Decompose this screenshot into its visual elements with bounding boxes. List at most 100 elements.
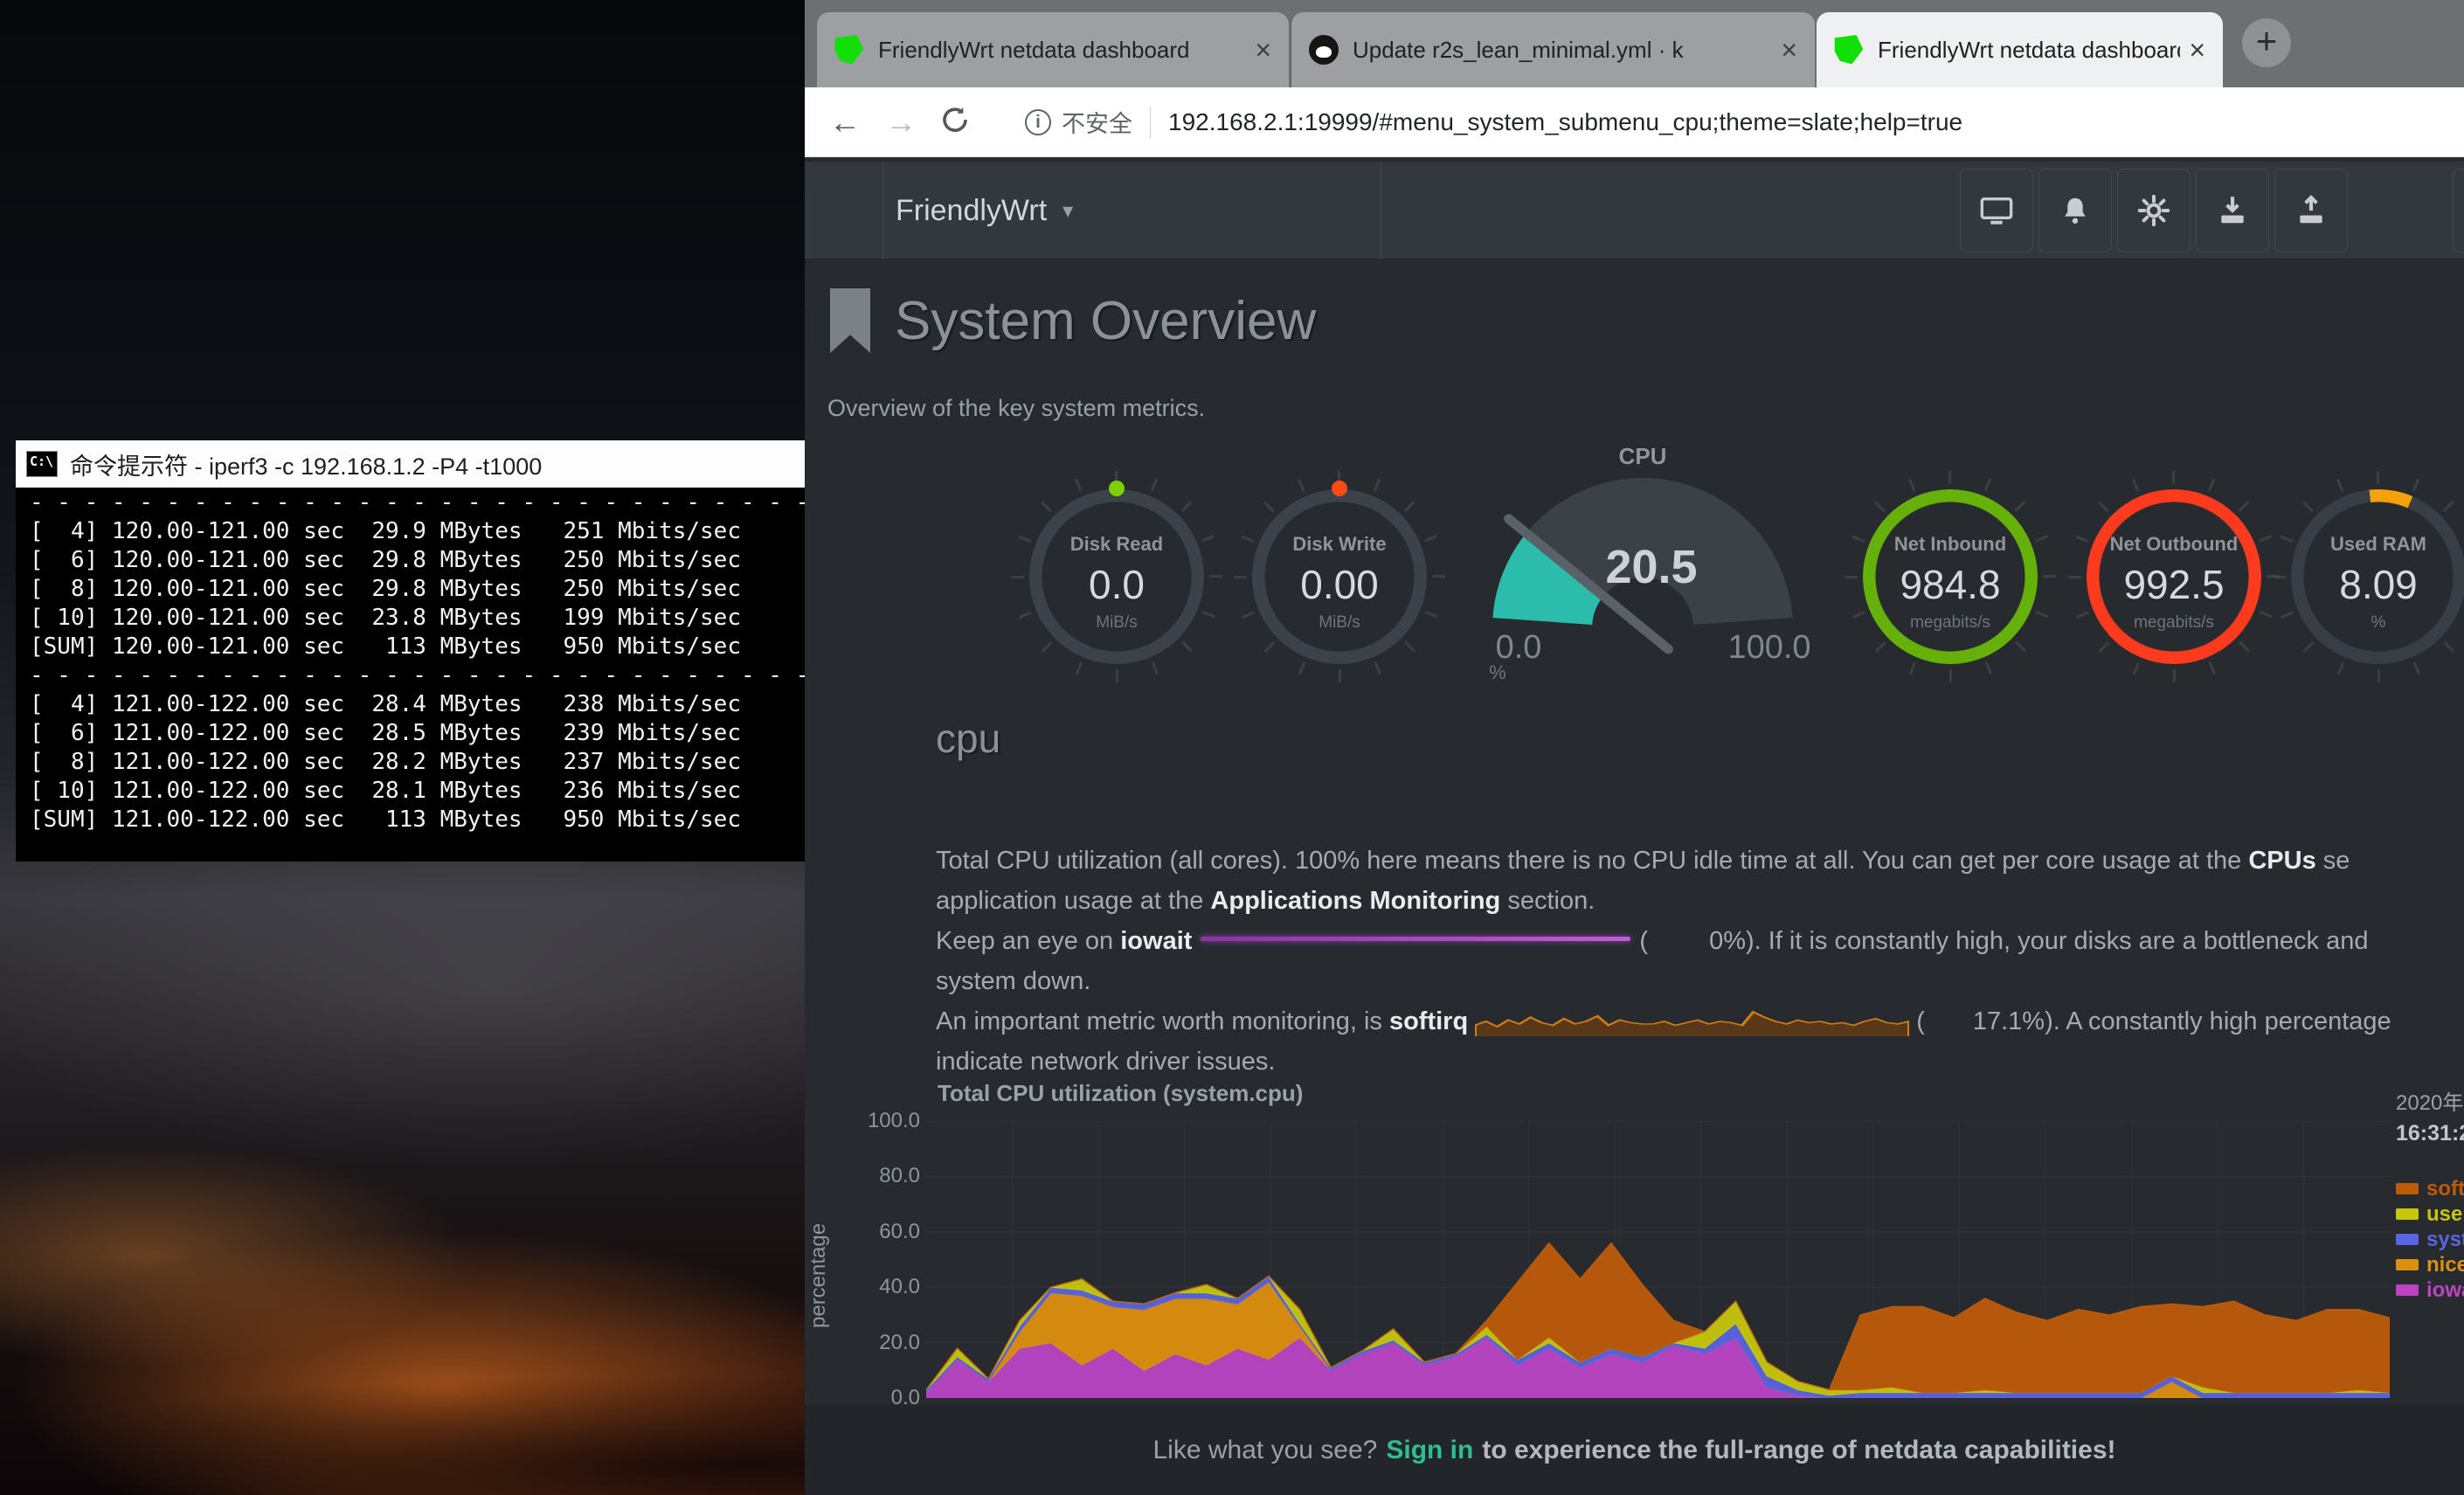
legend-item-system[interactable]: system (2396, 1227, 2464, 1252)
used-ram-gauge[interactable]: Used RAM8.09% (2291, 489, 2464, 664)
print-dashboard-button[interactable] (1960, 169, 2033, 253)
gauge-units: megabits/s (1863, 613, 2038, 633)
bookmark-icon (830, 288, 870, 353)
gauge-units: megabits/s (2087, 613, 2261, 633)
terminal-body: - - - - - - - - - - - - - - - - - - - - … (16, 488, 805, 862)
terminal-titlebar[interactable]: 命令提示符 - iperf3 -c 192.168.1.2 -P4 -t1000 (16, 440, 805, 488)
settings-button[interactable] (2117, 169, 2191, 253)
terminal-line: [ 6] 121.00-122.00 sec 28.5 MBytes 239 M… (30, 719, 805, 748)
legend-swatch (2396, 1208, 2419, 1220)
reload-icon[interactable] (939, 104, 971, 140)
net-outbound-gauge[interactable]: Net Outbound 992.5 megabits/s (2087, 489, 2261, 664)
browser-tab[interactable]: FriendlyWrt netdata dashboard× (817, 12, 1289, 87)
paragraph-text: Keep an eye on (936, 927, 1120, 955)
svg-text:CPU: CPU (1619, 443, 1667, 469)
legend-label: softirq (2426, 1177, 2464, 1201)
page-title: System Overview (895, 290, 1316, 352)
gauge-value: 984.8 (1863, 561, 2038, 608)
close-icon[interactable]: × (1255, 34, 1271, 66)
close-icon[interactable]: × (2189, 34, 2205, 66)
navbar-icons (1960, 169, 2464, 253)
security-chip[interactable]: i 不安全 (1025, 105, 1168, 139)
signin-suffix: to experience the full-range of netdata … (1482, 1436, 2115, 1465)
info-icon[interactable]: i (1025, 109, 1051, 135)
cpu-utilization-chart[interactable] (926, 1121, 2390, 1398)
terminal-line: [ 8] 121.00-122.00 sec 28.2 MBytes 237 M… (30, 748, 805, 777)
page-subtitle: Overview of the key system metrics. (827, 395, 1205, 422)
new-tab-button[interactable]: + (2242, 18, 2291, 67)
host-dropdown[interactable]: FriendlyWrt ▾ (896, 162, 1073, 260)
browser-tab[interactable]: FriendlyWrt netdata dashboard × (1817, 12, 2223, 87)
terminal-line: [SUM] 121.00-122.00 sec 113 MBytes 950 M… (30, 806, 805, 834)
chevron-down-icon: ▾ (1062, 198, 1073, 224)
terminal-line: [ 4] 120.00-121.00 sec 29.9 MBytes 251 M… (30, 517, 805, 546)
terminal-window[interactable]: 命令提示符 - iperf3 -c 192.168.1.2 -P4 -t1000… (16, 440, 805, 862)
navbar-separator (882, 162, 883, 260)
legend-swatch (2396, 1234, 2419, 1245)
browser-tab[interactable]: Update r2s_lean_minimal.yml · k × (1291, 12, 1815, 87)
cpu-paragraphs: Total CPU utilization (all cores). 100% … (936, 841, 2391, 1082)
alarms-button[interactable] (2038, 169, 2112, 253)
chart-timestamp-time: 16:31:2 (2396, 1121, 2464, 1146)
svg-text:100.0: 100.0 (1727, 629, 1810, 666)
cmd-icon (26, 451, 58, 477)
y-tick-label: 60.0 (836, 1220, 920, 1244)
signin-link[interactable]: Sign in (1386, 1436, 1473, 1465)
terminal-line: [ 10] 121.00-122.00 sec 28.1 MBytes 236 … (30, 777, 805, 806)
monitor-icon (1979, 193, 2014, 228)
paragraph-text: indicate network driver issues. (936, 1048, 1275, 1076)
gauge-label: Disk Write (1252, 533, 1427, 556)
terminal-line: - - - - - - - - - - - - - - - - - - - - … (30, 661, 805, 690)
gauge-label: Net Outbound (2087, 533, 2261, 556)
disk-write-gauge[interactable]: Disk Write0.00MiB/s (1252, 489, 1427, 664)
chip-divider (1150, 107, 1151, 138)
paragraph-text: application usage at the (936, 887, 1210, 915)
save-snapshot-button[interactable] (2196, 169, 2269, 253)
github-icon (1309, 35, 1339, 65)
paragraph-text: 0%). If it is constantly high, your disk… (1709, 927, 2368, 955)
paragraph-line: indicate network driver issues. (936, 1042, 2391, 1082)
legend-label: iowait (2426, 1278, 2464, 1303)
terminal-line: [ 6] 120.00-121.00 sec 29.8 MBytes 250 M… (30, 546, 805, 575)
gear-icon (2136, 193, 2171, 228)
browser-toolbar: ← → i 不安全 192.168.2.1:19999/#menu_system… (805, 87, 2464, 157)
netdata-navbar: FriendlyWrt ▾ (805, 162, 2464, 260)
legend-item-softirq[interactable]: softirq (2396, 1176, 2464, 1201)
y-tick-label: 40.0 (836, 1275, 920, 1299)
net-inbound-gauge[interactable]: Net Inbound984.8megabits/s (1863, 489, 2038, 664)
forward-button[interactable]: → (885, 104, 917, 141)
netdata-icon (1834, 35, 1864, 65)
legend-item-user[interactable]: user (2396, 1201, 2464, 1227)
legend-label: system (2426, 1228, 2464, 1252)
paragraph-line: Keep an eye on iowait(0%). If it is cons… (936, 921, 2391, 961)
cpu-gauge[interactable]: CPU20.50.0100.0% (1468, 436, 1817, 681)
paragraph-line: system down. (936, 961, 2391, 1001)
signin-prefix: Like what you see? (1153, 1436, 1378, 1465)
y-tick-label: 20.0 (836, 1331, 920, 1355)
svg-text:0.0: 0.0 (1496, 629, 1542, 666)
legend-item-iowait[interactable]: iowait (2396, 1277, 2464, 1303)
disk-read-gauge[interactable]: Disk Read0.0MiB/s (1029, 489, 1204, 664)
paragraph-bold-text: CPUs (2248, 847, 2315, 875)
tab-title: FriendlyWrt netdata dashboard (1878, 37, 2180, 64)
paragraph-text: se (2316, 847, 2350, 875)
back-button[interactable]: ← (829, 104, 861, 141)
iowait-sparkline (1201, 937, 1630, 941)
partial-navbar-button[interactable] (2453, 169, 2464, 253)
svg-text:%: % (1489, 661, 1506, 681)
gauge-value: 992.5 (2087, 561, 2261, 608)
paragraph-bold-text: Applications Monitoring (1210, 887, 1500, 915)
chart-timestamp-date: 2020年3 (2396, 1085, 2464, 1116)
legend-label: user (2426, 1202, 2464, 1227)
close-icon[interactable]: × (1781, 34, 1797, 66)
url-input[interactable]: 192.168.2.1:19999/#menu_system_submenu_c… (1168, 108, 1962, 136)
legend-item-nice[interactable]: nice (2396, 1252, 2464, 1277)
load-snapshot-button[interactable] (2274, 169, 2348, 253)
paragraph-text: section. (1500, 887, 1595, 915)
gauge-units: MiB/s (1252, 613, 1427, 633)
tab-title: Update r2s_lean_minimal.yml · k (1353, 37, 1772, 64)
y-tick-label: 100.0 (836, 1109, 920, 1133)
terminal-line: [ 4] 121.00-122.00 sec 28.4 MBytes 238 M… (30, 690, 805, 719)
terminal-line: - - - - - - - - - - - - - - - - - - - - … (30, 488, 805, 517)
legend-swatch (2396, 1284, 2419, 1296)
